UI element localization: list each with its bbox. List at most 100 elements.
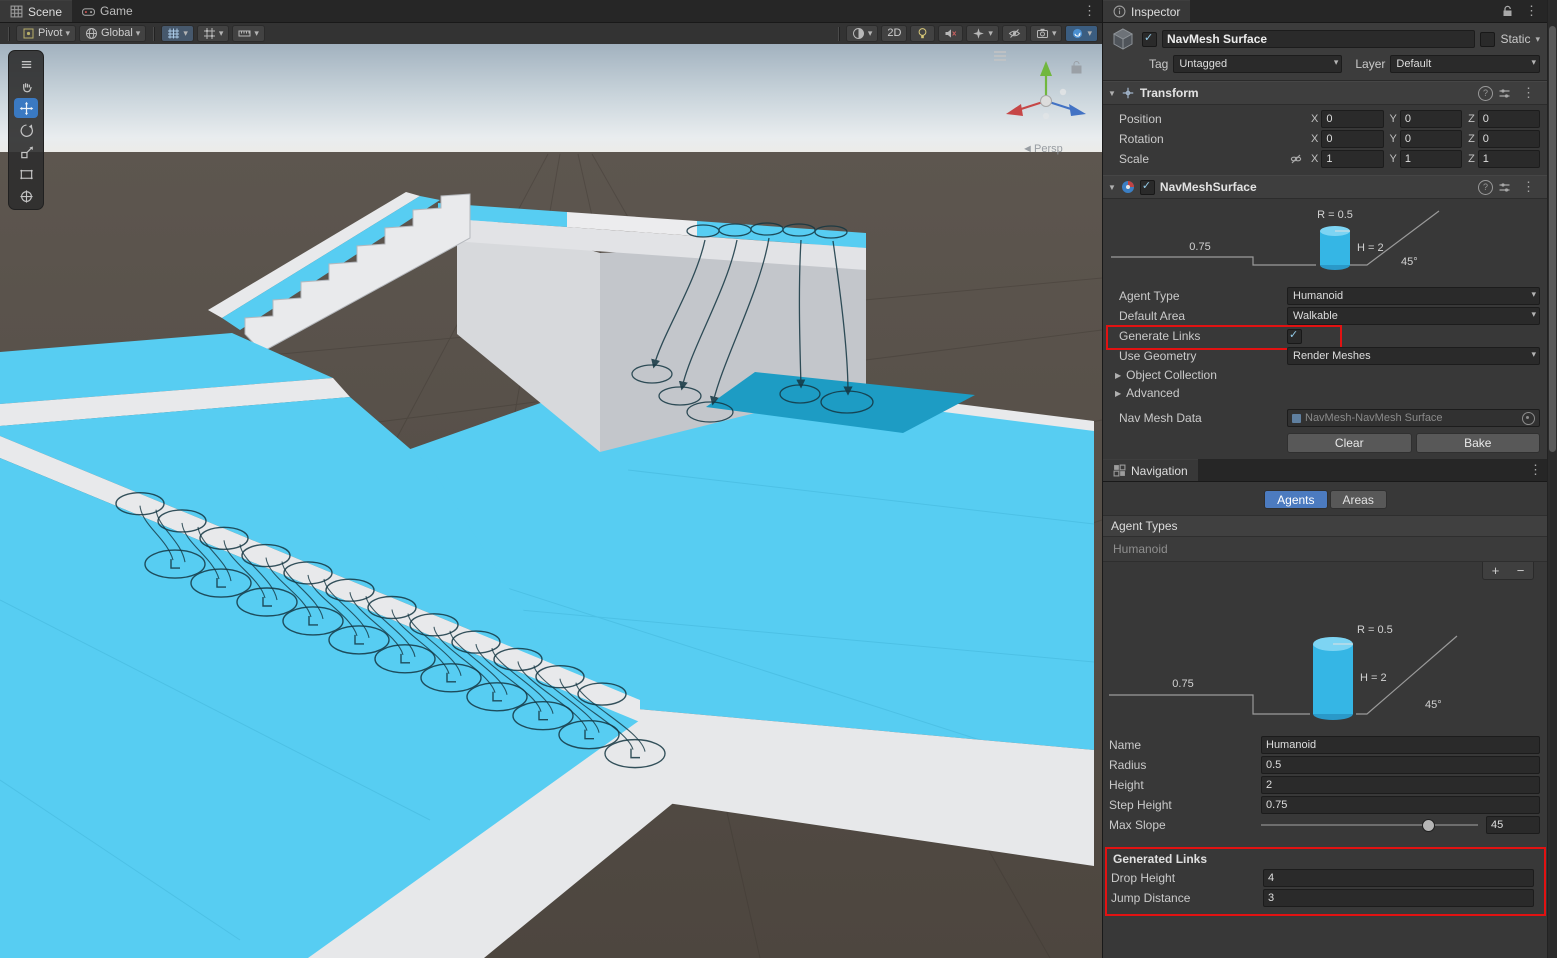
inspector-menu-icon[interactable] <box>1519 3 1544 19</box>
object-collection-foldout[interactable]: Object Collection <box>1103 366 1548 384</box>
tab-scene[interactable]: Scene <box>0 0 72 22</box>
max-slope-slider[interactable] <box>1261 818 1478 832</box>
persp-label[interactable]: Persp <box>1034 143 1063 155</box>
areas-tab[interactable]: Areas <box>1330 490 1387 509</box>
transform-menu-icon[interactable] <box>1516 85 1541 101</box>
slider-thumb[interactable] <box>1422 819 1435 832</box>
help-icon[interactable] <box>1478 180 1493 195</box>
max-slope-field[interactable] <box>1491 819 1535 831</box>
agent-list-item[interactable]: Humanoid <box>1103 542 1548 556</box>
pivot-dropdown[interactable]: Pivot <box>16 25 76 42</box>
position-x-field[interactable] <box>1326 113 1378 125</box>
grid-visibility-dropdown[interactable] <box>161 25 194 42</box>
transform-component-icon <box>1121 86 1135 100</box>
help-icon[interactable] <box>1478 86 1493 101</box>
presets-icon[interactable] <box>1498 87 1511 100</box>
rotation-row: Rotation X Y Z <box>1103 129 1548 149</box>
audio-toggle[interactable] <box>938 25 963 42</box>
tab-navigation[interactable]: Navigation <box>1103 459 1198 481</box>
layer-dropdown[interactable]: Default <box>1390 55 1540 73</box>
rotation-y-field[interactable] <box>1405 133 1457 145</box>
tools-menu[interactable] <box>14 54 38 74</box>
height-field[interactable] <box>1266 779 1535 791</box>
drop-height-field[interactable] <box>1268 872 1529 884</box>
grid-icon <box>167 27 180 40</box>
agents-tab[interactable]: Agents <box>1264 490 1327 509</box>
constrain-proportions-icon[interactable] <box>1290 153 1302 165</box>
z-axis-label: Z <box>1468 113 1475 125</box>
snap-increment-dropdown[interactable] <box>232 25 265 42</box>
gameobject-name-field[interactable] <box>1162 30 1475 48</box>
navmeshsurface-header[interactable]: NavMeshSurface <box>1103 175 1548 199</box>
scale-tool[interactable] <box>14 142 38 162</box>
use-geometry-dropdown[interactable]: Render Meshes <box>1287 347 1540 365</box>
transform-tool[interactable] <box>14 186 38 206</box>
clear-button[interactable]: Clear <box>1287 433 1412 453</box>
tab-game[interactable]: Game <box>72 0 143 22</box>
2d-toggle[interactable]: 2D <box>881 25 907 42</box>
rotation-z-field[interactable] <box>1483 133 1535 145</box>
scene-lighting-toggle[interactable] <box>910 25 935 42</box>
camera-dropdown[interactable] <box>1030 25 1063 42</box>
effects-star-icon <box>972 27 985 40</box>
shading-mode-dropdown[interactable] <box>846 25 879 42</box>
diagram-radius-label: R = 0.5 <box>1357 624 1393 636</box>
static-checkbox[interactable] <box>1480 32 1495 47</box>
scale-z-field[interactable] <box>1483 153 1535 165</box>
rect-tool[interactable] <box>14 164 38 184</box>
static-dropdown-icon[interactable] <box>1535 34 1540 45</box>
radius-field[interactable] <box>1266 759 1535 771</box>
agent-type-dropdown[interactable]: Humanoid <box>1287 287 1540 305</box>
default-area-dropdown[interactable]: Walkable <box>1287 307 1540 325</box>
bake-button[interactable]: Bake <box>1416 433 1541 453</box>
inspector-panel: Inspector Static Tag Unta <box>1103 0 1557 958</box>
jump-distance-field[interactable] <box>1268 892 1529 904</box>
rotation-x-field[interactable] <box>1326 133 1378 145</box>
lightbulb-icon <box>916 27 929 40</box>
transform-header[interactable]: Transform <box>1103 81 1548 105</box>
generate-links-checkbox[interactable] <box>1287 329 1302 344</box>
drop-height-label: Drop Height <box>1111 871 1263 885</box>
overlays-dropdown[interactable] <box>1065 25 1098 42</box>
generated-links-title: Generated Links <box>1109 850 1542 868</box>
default-area-label: Default Area <box>1119 309 1287 323</box>
agent-name-field[interactable] <box>1266 739 1535 751</box>
navigation-menu-icon[interactable] <box>1523 459 1548 481</box>
add-agent-button[interactable]: + <box>1483 562 1508 578</box>
tab-inspector[interactable]: Inspector <box>1103 0 1190 22</box>
y-axis-label: Y <box>1390 113 1397 125</box>
presets-icon[interactable] <box>1498 181 1511 194</box>
scale-x-field[interactable] <box>1326 153 1378 165</box>
position-z-field[interactable] <box>1483 113 1535 125</box>
inspector-scrollbar[interactable] <box>1547 0 1557 958</box>
navmeshsurface-menu-icon[interactable] <box>1516 179 1541 195</box>
snap-settings-dropdown[interactable] <box>197 25 230 42</box>
max-slope-row: Max Slope <box>1103 815 1548 835</box>
move-tool[interactable] <box>14 98 38 118</box>
grid-arrow-icon <box>183 28 188 39</box>
diagram-slope-label: 45° <box>1401 256 1418 268</box>
navmeshsurface-enabled-checkbox[interactable] <box>1140 180 1155 195</box>
diagram-height-label: H = 2 <box>1360 672 1387 684</box>
nav-mesh-data-field[interactable]: NavMesh-NavMesh Surface <box>1287 409 1540 427</box>
foldout-open-icon[interactable] <box>1108 183 1116 192</box>
lock-icon[interactable] <box>1502 5 1513 17</box>
advanced-foldout[interactable]: Advanced <box>1103 384 1548 402</box>
position-y-field[interactable] <box>1405 113 1457 125</box>
rotate-tool[interactable] <box>14 120 38 140</box>
scene-panel-menu-icon[interactable] <box>1077 0 1102 22</box>
scene-viewport[interactable]: ◄ Persp <box>0 44 1102 958</box>
object-picker-icon[interactable] <box>1522 412 1535 425</box>
default-area-row: Default Area Walkable <box>1103 306 1548 326</box>
tag-dropdown[interactable]: Untagged <box>1173 55 1342 73</box>
global-dropdown[interactable]: Global <box>79 25 146 42</box>
gameobject-active-checkbox[interactable] <box>1142 32 1157 47</box>
step-height-field[interactable] <box>1266 799 1535 811</box>
scale-y-field[interactable] <box>1405 153 1457 165</box>
scrollbar-thumb[interactable] <box>1549 26 1556 452</box>
scene-visibility-toggle[interactable] <box>1002 25 1027 42</box>
effects-dropdown[interactable] <box>966 25 999 42</box>
view-tool[interactable] <box>14 76 38 96</box>
remove-agent-button[interactable]: − <box>1508 562 1533 578</box>
foldout-open-icon[interactable] <box>1108 89 1116 98</box>
